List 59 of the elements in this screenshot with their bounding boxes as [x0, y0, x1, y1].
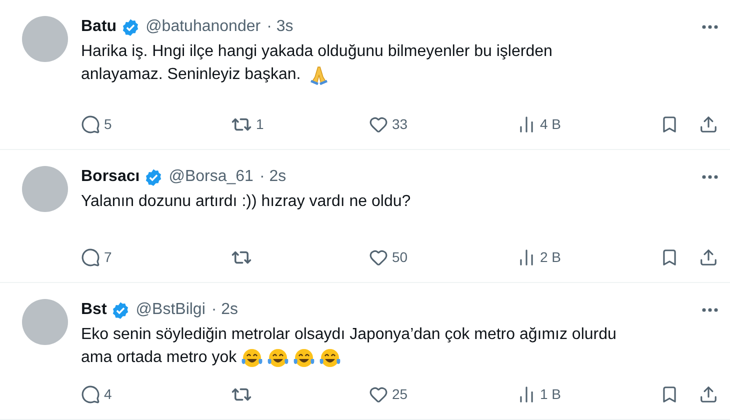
speech-bubble-icon	[81, 248, 100, 266]
share-button[interactable]	[699, 114, 718, 134]
more-icon	[702, 25, 718, 29]
more-options-button[interactable]	[702, 175, 718, 179]
more-options-button[interactable]	[702, 25, 718, 29]
reply-button[interactable]: 5	[81, 114, 231, 134]
bookmark-button[interactable]	[660, 248, 679, 266]
heart-icon	[369, 114, 388, 134]
bar-chart-icon	[517, 248, 536, 266]
more-icon	[702, 175, 718, 179]
laughing-tears-emoji-icon	[240, 348, 263, 368]
reply-button[interactable]: 4	[81, 384, 231, 404]
laughing-tears-emoji-icon	[292, 348, 315, 368]
share-icon	[699, 384, 718, 404]
like-button[interactable]: 50	[369, 248, 517, 266]
post-time: · 3s	[266, 18, 294, 36]
tweet-text: Harika iş. Hngi ilçe hangi yakada olduğunu bilmeyenler bu işlerden	[81, 42, 552, 62]
tweet-text: anlayamaz. Seninleyiz başkan.	[81, 65, 301, 85]
bookmark-icon	[660, 114, 679, 134]
bookmark-icon	[660, 248, 679, 266]
bookmark-icon	[660, 384, 679, 404]
user-handle[interactable]: @batuhanonder	[146, 18, 261, 36]
speech-bubble-icon	[81, 114, 100, 134]
tweet-text: ama ortada metro yok	[81, 348, 237, 368]
bar-chart-icon	[517, 384, 536, 404]
repost-button[interactable]: 1	[231, 114, 369, 134]
views-button[interactable]: 2 B	[517, 248, 617, 266]
heart-icon	[369, 384, 388, 404]
speech-bubble-icon	[81, 384, 100, 404]
bar-chart-icon	[517, 114, 536, 134]
more-icon	[702, 308, 718, 312]
bookmark-button[interactable]	[660, 114, 679, 134]
tweet-text: Yalanın dozunu artırdı :)) hızray vardı ne oldu?	[81, 192, 411, 212]
verified-badge-icon	[144, 168, 163, 186]
share-button[interactable]	[699, 384, 718, 404]
bookmark-button[interactable]	[660, 384, 679, 404]
share-icon	[699, 114, 718, 134]
post-time: · 2s	[211, 301, 238, 319]
like-button[interactable]: 33	[369, 114, 517, 134]
views-button[interactable]: 1 B	[517, 384, 617, 404]
views-button[interactable]: 4 B	[517, 114, 617, 134]
user-handle[interactable]: @BstBilgi	[136, 301, 206, 319]
heart-icon	[369, 248, 388, 266]
folded-hands-emoji-icon	[308, 64, 329, 84]
user-name[interactable]: Bst	[81, 301, 107, 319]
verified-badge-icon	[120, 18, 140, 36]
user-handle[interactable]: @Borsa_61	[168, 168, 254, 186]
share-icon	[699, 248, 718, 266]
like-button[interactable]: 25	[369, 384, 517, 404]
laughing-tears-emoji-icon	[266, 348, 289, 368]
more-options-button[interactable]	[702, 308, 718, 312]
tweet-text: Eko senin söylediğin metrolar olsaydı Japonya’dan çok metro ağımız olurdu	[81, 325, 616, 345]
user-name[interactable]: Borsacı	[81, 168, 140, 186]
share-button[interactable]	[699, 248, 718, 266]
laughing-tears-emoji-icon	[318, 348, 341, 368]
reply-button[interactable]: 7	[81, 248, 231, 266]
post-time: · 2s	[259, 168, 286, 186]
verified-badge-icon	[110, 300, 130, 320]
user-name[interactable]: Batu	[81, 18, 117, 36]
